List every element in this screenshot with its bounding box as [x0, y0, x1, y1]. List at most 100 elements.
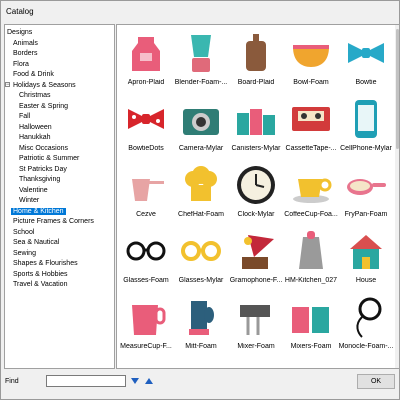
collapse-toggle-icon[interactable]: − — [5, 81, 10, 88]
gallery-scrollbar[interactable] — [395, 25, 399, 368]
gallery-item[interactable]: Camera-Mylar — [175, 93, 227, 157]
tree-item[interactable]: St Patricks Day — [19, 165, 67, 174]
gallery-item[interactable]: ChefHat-Foam — [175, 159, 227, 223]
tree-item[interactable]: Home & Kitchen — [11, 207, 66, 216]
tree-item[interactable]: Easter & Spring — [19, 102, 68, 111]
tree-item[interactable]: Travel & Vacation — [13, 280, 67, 289]
gallery-item[interactable]: HM-Kitchen_027 — [285, 225, 337, 289]
gallery-item-caption: Bowl-Foam — [293, 79, 329, 86]
oven-mitt-icon — [179, 295, 223, 339]
gallery-item[interactable]: CassetteTape-... — [285, 93, 337, 157]
tree-item[interactable]: Designs — [7, 28, 32, 37]
bowtie-dots-icon — [124, 97, 168, 141]
tree-item-label: Borders — [13, 50, 38, 57]
tree-item[interactable]: Christmas — [19, 91, 51, 100]
gallery-item[interactable]: Glasses-Foam — [120, 225, 172, 289]
gallery-item[interactable]: Mitt-Foam — [175, 291, 227, 355]
tree-item[interactable]: Sea & Nautical — [13, 238, 59, 247]
gallery-item-caption: FryPan-Foam — [344, 211, 388, 218]
gallery-item[interactable]: Glasses-Mylar — [175, 225, 227, 289]
tree-item[interactable]: Fall — [19, 112, 30, 121]
gallery-item-caption: Camera-Mylar — [178, 145, 224, 152]
find-previous-arrow-icon[interactable] — [145, 378, 153, 384]
gallery-item[interactable]: CellPhone-Mylar — [340, 93, 392, 157]
gallery-item[interactable]: Apron-Plaid — [120, 27, 172, 91]
tree-item[interactable]: Flora — [13, 60, 29, 69]
title-bar: Catalog — [1, 1, 399, 23]
gallery-item[interactable]: Monocle-Foam-... — [339, 291, 393, 355]
tree-item-label: Easter & Spring — [19, 102, 69, 110]
tree-item-label: School — [13, 228, 35, 236]
gallery-item-caption: Cezve — [136, 211, 156, 218]
gallery-item-caption: Monocle-Foam-... — [338, 343, 394, 350]
cutting-board-icon — [234, 31, 278, 75]
tree-item[interactable]: Borders — [13, 49, 38, 58]
gallery-item-caption: MeasureCup-F... — [120, 343, 172, 350]
gallery-item[interactable]: Canisters-Mylar — [230, 93, 282, 157]
tree-item-label: Travel & Vacation — [13, 281, 68, 288]
glasses-icon — [124, 229, 168, 273]
tree-item[interactable]: Animals — [13, 39, 38, 48]
stand-mixers-icon — [289, 295, 333, 339]
monocle-icon — [344, 295, 388, 339]
tree-item[interactable]: Thanksgiving — [19, 175, 60, 184]
clock-icon — [234, 163, 278, 207]
tree-item-label: Food & Drink — [13, 71, 54, 78]
glasses-mylar-icon — [179, 229, 223, 273]
gallery-item[interactable]: Cezve — [120, 159, 172, 223]
gallery-item[interactable]: CoffeeCup-Foa... — [284, 159, 338, 223]
gallery-item-caption: CoffeeCup-Foa... — [284, 211, 338, 218]
gallery-item[interactable]: Bowl-Foam — [285, 27, 337, 91]
gallery-item[interactable]: Clock-Mylar — [230, 159, 282, 223]
tree-item[interactable]: Sports & Hobbies — [13, 270, 67, 279]
gallery-item[interactable]: Blender-Foam-... — [175, 27, 227, 91]
gallery-item-caption: Bowtie — [355, 79, 377, 86]
gallery-item[interactable]: Bowtie — [340, 27, 392, 91]
tree-item-label: Sewing — [13, 249, 36, 257]
canisters-icon — [234, 97, 278, 141]
category-tree[interactable]: Designs Animals Borders Flora Food & Drink − H… — [4, 24, 115, 369]
find-input[interactable] — [46, 375, 126, 387]
bowl-icon — [289, 31, 333, 75]
tree-item[interactable]: Shapes & Flourishes — [13, 259, 78, 268]
gallery-item-caption: Mixer-Foam — [237, 343, 275, 350]
gallery-item[interactable]: House — [340, 225, 392, 289]
tree-item[interactable]: School — [13, 228, 34, 237]
tree-item-label: Misc Occasions — [19, 144, 69, 152]
gramophone-icon — [234, 229, 278, 273]
tree-item[interactable]: Winter — [19, 196, 39, 205]
bowtie-icon — [344, 31, 388, 75]
design-gallery[interactable]: Apron-Plaid Blender-Foam-... Board-Plaid Bo… — [116, 24, 400, 369]
frying-pan-icon — [344, 163, 388, 207]
cezve-icon — [124, 163, 168, 207]
tree-item[interactable]: Picture Frames & Corners — [13, 217, 94, 226]
tree-item[interactable]: Patriotic & Summer — [19, 154, 79, 163]
tree-item-label: Holidays & Seasons — [13, 81, 76, 89]
gallery-item-caption: Board-Plaid — [237, 79, 275, 86]
gallery-item[interactable]: MeasureCup-F... — [120, 291, 172, 355]
find-next-arrow-icon[interactable] — [131, 378, 139, 384]
gallery-item[interactable]: Mixers-Foam — [285, 291, 337, 355]
gallery-item-caption: Mixers-Foam — [290, 343, 332, 350]
scrollbar-thumb[interactable] — [396, 29, 399, 149]
tree-item[interactable]: Food & Drink — [13, 70, 54, 79]
gallery-item[interactable]: Gramophone-F... — [230, 225, 282, 289]
tree-item-label: Sports & Hobbies — [13, 270, 68, 278]
tree-item[interactable]: Halloween — [19, 123, 52, 132]
gallery-item[interactable]: FryPan-Foam — [340, 159, 392, 223]
grater-icon — [289, 229, 333, 273]
gallery-item[interactable]: Mixer-Foam — [230, 291, 282, 355]
tree-item[interactable]: − Holidays & Seasons — [5, 81, 76, 90]
camera-icon — [179, 97, 223, 141]
gallery-item[interactable]: BowtieDots — [120, 93, 172, 157]
coffee-cup-icon — [289, 163, 333, 207]
gallery-item-caption: CassetteTape-... — [285, 145, 337, 152]
tree-item[interactable]: Misc Occasions — [19, 144, 68, 153]
gallery-item-caption: Blender-Foam-... — [174, 79, 228, 86]
tree-item-label: Halloween — [19, 123, 52, 131]
tree-item[interactable]: Sewing — [13, 249, 36, 258]
ok-button[interactable]: OK — [357, 374, 395, 389]
tree-item[interactable]: Valentine — [19, 186, 48, 195]
tree-item[interactable]: Hanukkah — [19, 133, 51, 142]
gallery-item[interactable]: Board-Plaid — [230, 27, 282, 91]
